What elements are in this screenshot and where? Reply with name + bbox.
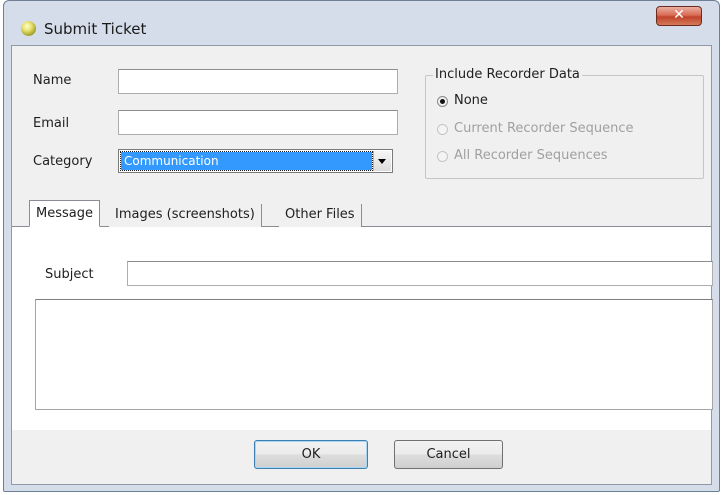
close-button[interactable]: ✕ — [656, 6, 702, 26]
radio-button[interactable] — [437, 96, 448, 107]
recorder-data-legend: Include Recorder Data — [433, 67, 582, 82]
name-input[interactable] — [118, 69, 398, 94]
message-body-textarea[interactable] — [35, 299, 713, 410]
email-input[interactable] — [118, 110, 398, 135]
ok-button[interactable]: OK — [254, 440, 368, 469]
tab-other-files[interactable]: Other Files — [279, 204, 362, 227]
window-title: Submit Ticket — [44, 20, 147, 38]
submit-ticket-window: Submit Ticket ✕ Name Email Category Comm… — [3, 0, 720, 492]
category-select[interactable]: Communication — [118, 149, 393, 173]
name-label: Name — [33, 73, 72, 88]
tab-message[interactable]: Message — [29, 200, 100, 227]
radio-label: None — [454, 93, 488, 108]
radio-label: Current Recorder Sequence — [454, 121, 634, 136]
category-label: Category — [33, 154, 93, 169]
title-bar[interactable]: Submit Ticket ✕ — [4, 1, 719, 45]
chevron-down-icon[interactable] — [373, 151, 391, 171]
email-label: Email — [33, 116, 70, 131]
app-orb-icon — [21, 21, 36, 36]
tab-images[interactable]: Images (screenshots) — [109, 204, 262, 227]
radio-button — [437, 151, 448, 162]
cancel-button[interactable]: Cancel — [394, 440, 503, 469]
radio-button — [437, 124, 448, 135]
dialog-body: Name Email Category Communication Includ… — [11, 45, 713, 485]
subject-label: Subject — [45, 267, 94, 282]
close-icon: ✕ — [673, 7, 685, 23]
subject-input[interactable] — [127, 261, 713, 286]
radio-label: All Recorder Sequences — [454, 148, 608, 163]
category-selected-value: Communication — [120, 151, 373, 171]
